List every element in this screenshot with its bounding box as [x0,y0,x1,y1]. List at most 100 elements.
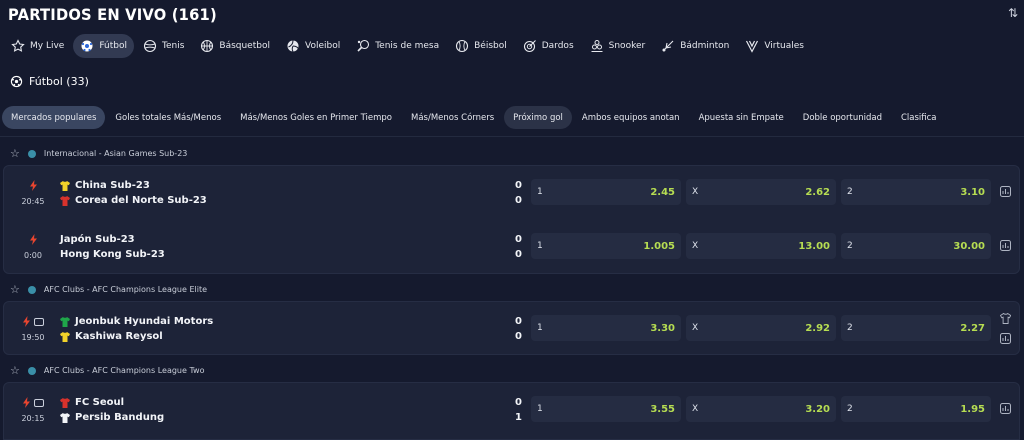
tab-basquetbol[interactable]: Básquetbol [193,34,277,58]
tab-dardos[interactable]: Dardos [516,34,581,58]
globe-icon [27,366,36,375]
league-header: ☆ AFC Clubs - AFC Champions League Elite [10,283,207,296]
tab-tenis-de-mesa[interactable]: Tenis de mesa [349,34,446,58]
live-stream-icon[interactable] [34,317,44,326]
tab-tenis[interactable]: Tenis [136,34,191,58]
odd-away-button[interactable]: 2 3.10 [841,179,991,205]
home-team: FC Seoul [75,397,125,408]
stats-icon[interactable] [1000,240,1011,251]
home-score: 0 [515,316,522,327]
sort-arrows-icon[interactable]: ⇅ [1008,6,1018,20]
shirt-outline-icon[interactable] [1000,313,1011,324]
odd-home-button[interactable]: 1 3.55 [531,396,681,422]
away-team: Hong Kong Sub-23 [60,249,165,260]
tab-virtuales[interactable]: Virtuales [738,34,811,58]
tab-label: Bádminton [680,41,730,51]
league-name: Internacional - Asian Games Sub-23 [43,149,188,158]
tab-voleibol[interactable]: Voleibol [279,34,347,58]
match-row[interactable]: 20:45 China Sub-23 Corea del Norte Sub-2… [4,166,1019,220]
shuttlecock-icon [662,40,674,52]
market-tab-goals-total[interactable]: Goles totales Más/Menos [106,106,230,129]
divider [0,136,1024,137]
match-time: 0:00 [18,234,48,260]
odd-home-button[interactable]: 1 2.45 [531,179,681,205]
market-tab-popular[interactable]: Mercados populares [2,106,106,129]
live-bolt-icon [29,180,37,191]
market-tab-both-score[interactable]: Ambos equipos anotan [573,106,689,129]
tab-label: Tenis [161,41,185,51]
match-score: 0 1 [512,395,522,425]
live-bolt-icon [23,397,30,408]
time-label: 20:45 [21,197,45,206]
away-team: Persib Bandung [75,412,165,423]
odd-draw-button[interactable]: X 13.00 [686,233,836,259]
globe-icon [27,149,36,158]
match-teams: Japón Sub-23 Hong Kong Sub-23 [60,232,165,262]
stats-icon[interactable] [1000,333,1011,344]
stats-icon[interactable] [1000,186,1011,197]
tab-label: Tenis de mesa [375,41,440,51]
tab-futbol[interactable]: Fútbol [73,34,134,58]
baseball-icon [456,39,469,53]
market-tab-draw-no-bet[interactable]: Apuesta sin Empate [690,106,793,129]
away-score: 0 [515,331,522,342]
tab-label: Virtuales [764,41,804,51]
match-time: 20:15 [18,397,48,423]
odd-draw-button[interactable]: X 2.62 [686,179,836,205]
match-teams: China Sub-23 Corea del Norte Sub-23 [60,178,207,208]
tab-badminton[interactable]: Bádminton [654,34,736,58]
tab-beisbol[interactable]: Béisbol [448,34,514,58]
sports-tabs: My Live Fútbol Tenis Básquetbol Voleibol… [4,34,811,58]
tab-my-live[interactable]: My Live [4,34,71,58]
market-tab-next-goal[interactable]: Próximo gol [504,106,572,129]
live-bolt-icon [23,316,30,327]
page-title: PARTIDOS EN VIVO (161) [8,5,217,24]
market-tab-qualify[interactable]: Clasifica [892,106,946,129]
odd-home-button[interactable]: 1 1.005 [531,233,681,259]
match-teams: Jeonbuk Hyundai Motors Kashiwa Reysol [60,314,213,344]
live-stream-icon[interactable] [34,398,44,407]
live-bolt-icon [29,234,37,245]
league-card: 19:50 Jeonbuk Hyundai Motors Kashiwa Rey… [3,301,1020,355]
odd-away-button[interactable]: 2 2.27 [841,315,991,341]
match-time: 19:50 [18,316,48,342]
market-tab-corners[interactable]: Más/Menos Córners [402,106,503,129]
odd-away-button[interactable]: 2 1.95 [841,396,991,422]
away-score: 0 [515,249,522,260]
odd-away-button[interactable]: 2 30.00 [841,233,991,259]
market-tab-double-chance[interactable]: Doble oportunidad [794,106,891,129]
time-label: 19:50 [21,333,45,342]
market-tab-first-half-goals[interactable]: Más/Menos Goles en Primer Tiempo [231,106,401,129]
match-time: 20:45 [18,180,48,206]
basketball-icon [201,39,214,53]
odd-draw-button[interactable]: X 2.92 [686,315,836,341]
globe-icon [27,285,36,294]
white-shirt-icon [60,412,70,423]
stats-icon[interactable] [1000,403,1011,414]
section-header: Fútbol (33) [10,75,89,88]
soccer-ball-icon [10,75,23,88]
yellow-shirt-icon [60,331,70,342]
match-row[interactable]: 0:00 Japón Sub-23 Hong Kong Sub-23 0 0 1… [4,220,1019,274]
tab-label: Fútbol [99,41,127,51]
red-shirt-icon [60,195,70,206]
league-header: ☆ Internacional - Asian Games Sub-23 [10,147,187,160]
yellow-shirt-icon [60,180,70,191]
odd-home-button[interactable]: 1 3.30 [531,315,681,341]
league-card: 20:15 FC Seoul Persib Bandung 0 1 1 3.55 … [3,382,1020,440]
tab-label: My Live [30,41,65,51]
star-icon[interactable]: ☆ [10,147,20,160]
tab-label: Snooker [608,41,646,51]
star-icon[interactable]: ☆ [10,283,20,296]
tennis-ball-icon [143,39,157,53]
match-row[interactable]: 19:50 Jeonbuk Hyundai Motors Kashiwa Rey… [4,302,1019,356]
odd-draw-button[interactable]: X 3.20 [686,396,836,422]
tab-snooker[interactable]: Snooker [583,34,653,58]
away-team: Kashiwa Reysol [75,331,163,342]
time-label: 0:00 [24,251,42,260]
match-score: 0 0 [512,232,522,262]
match-row[interactable]: 20:15 FC Seoul Persib Bandung 0 1 1 3.55 … [4,383,1019,437]
home-score: 0 [515,234,522,245]
home-score: 0 [515,397,522,408]
star-icon[interactable]: ☆ [10,364,20,377]
